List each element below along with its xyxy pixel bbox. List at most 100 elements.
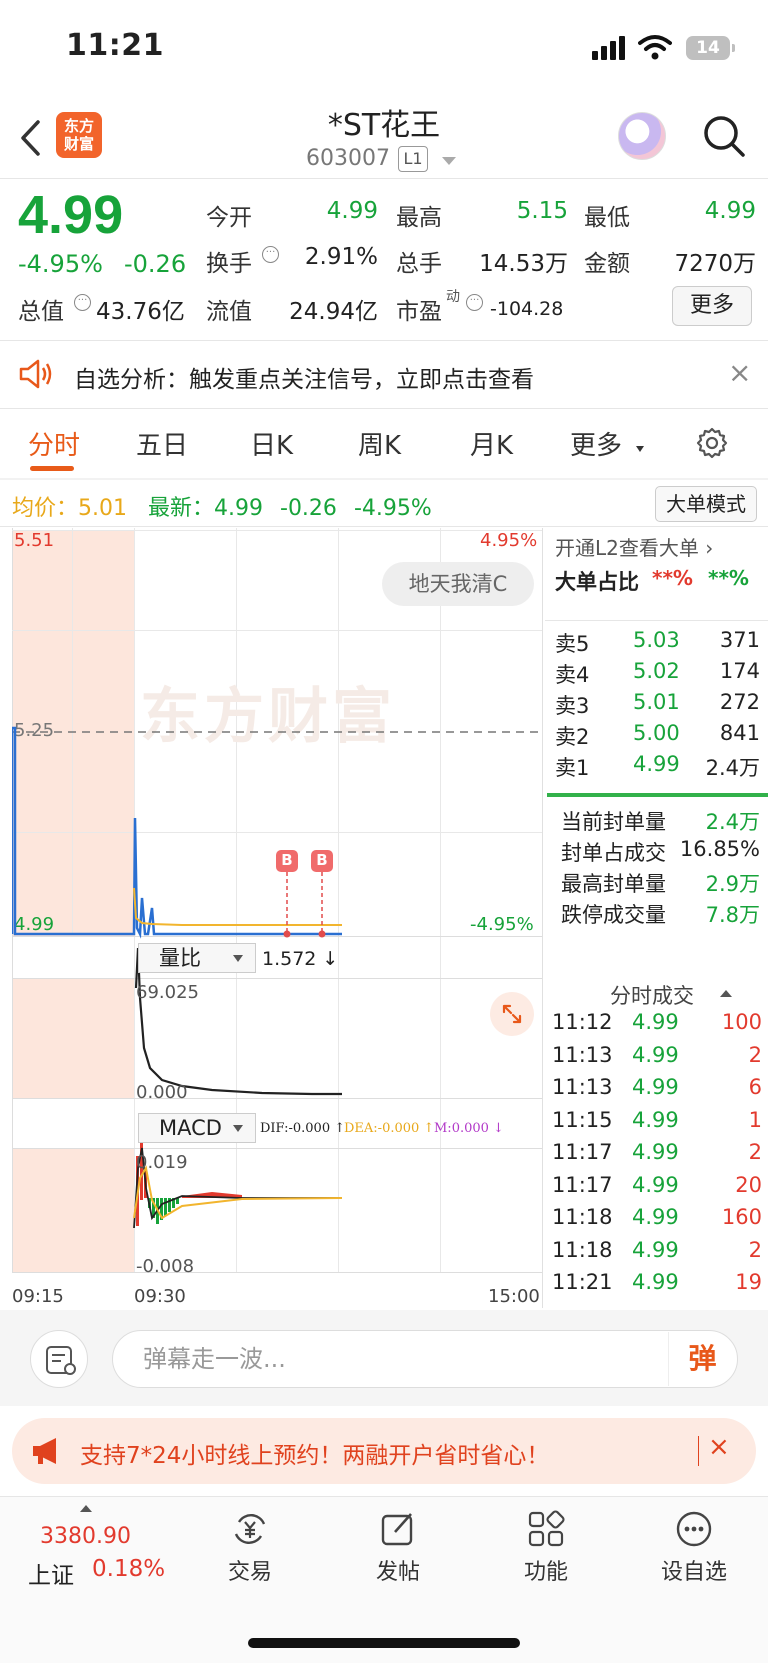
tab-more[interactable]: 更多 bbox=[570, 425, 622, 462]
stock-code: 603007 bbox=[306, 146, 390, 171]
tick-price: 4.99 bbox=[632, 1172, 679, 1197]
tick-price: 4.99 bbox=[632, 1205, 679, 1229]
tab-5day[interactable]: 五日 bbox=[136, 425, 188, 462]
notice-text[interactable]: 自选分析：触发重点关注信号，立即点击查看 bbox=[74, 360, 534, 394]
danmaku-toggle-icon[interactable] bbox=[30, 1330, 88, 1388]
expand-icon[interactable] bbox=[490, 992, 534, 1036]
tab-daily-k[interactable]: 日K bbox=[250, 425, 293, 462]
ask-volume: 841 bbox=[719, 721, 760, 745]
signal-icon bbox=[592, 36, 625, 60]
promo-text[interactable]: 支持7*24小时线上预约！两融开户省时省心！ bbox=[80, 1436, 549, 1470]
avg-value: 5.01 bbox=[78, 496, 127, 521]
big-ratio-b: **% bbox=[708, 566, 749, 590]
promo-close-icon[interactable]: × bbox=[708, 1432, 730, 1462]
home-indicator[interactable] bbox=[248, 1638, 520, 1648]
volume-label: 总手 bbox=[396, 251, 442, 277]
ask-label: 卖1 bbox=[555, 756, 590, 780]
vol-axis-bottom: 0.000 bbox=[136, 1082, 188, 1103]
volume-indicator-select[interactable]: 量比 bbox=[138, 943, 256, 973]
float-cap-value: 24.94亿 bbox=[289, 299, 378, 325]
l2-link[interactable]: 开通L2查看大单 › bbox=[555, 532, 713, 561]
nav-functions[interactable]: 功能 bbox=[486, 1510, 606, 1586]
nav-post[interactable]: 发帖 bbox=[338, 1510, 458, 1586]
info-dots-icon[interactable]: ··· bbox=[74, 294, 91, 311]
index-pct[interactable]: 0.18% bbox=[92, 1556, 165, 1582]
nav-post-label: 发帖 bbox=[375, 1560, 420, 1585]
macd-indicator-select[interactable]: MACD bbox=[138, 1113, 256, 1143]
tick-price: 4.99 bbox=[632, 1075, 679, 1099]
danmaku-send-button[interactable]: 弹 bbox=[668, 1332, 736, 1386]
seal-row: 当前封单量 2.4万 bbox=[555, 806, 760, 838]
battery-icon: 14 bbox=[686, 36, 735, 60]
big-order-mode-button[interactable]: 大单模式 bbox=[655, 486, 757, 522]
tick-volume: 6 bbox=[748, 1075, 762, 1099]
nav-trade[interactable]: 交易 bbox=[190, 1510, 310, 1586]
avg-line bbox=[133, 887, 342, 926]
ask-label: 卖5 bbox=[555, 632, 590, 656]
high-label: 最高 bbox=[396, 205, 442, 231]
assistant-robot-icon[interactable] bbox=[618, 112, 666, 160]
bid-ask-divider bbox=[547, 793, 768, 797]
amount-value: 7270万 bbox=[674, 251, 756, 277]
x-axis-end: 15:00 bbox=[488, 1286, 540, 1307]
nav-add-watchlist-label: 设自选 bbox=[660, 1560, 727, 1585]
gear-icon[interactable] bbox=[695, 426, 729, 460]
macd-axis-top: 0.019 bbox=[136, 1152, 188, 1173]
dropdown-caret-icon bbox=[233, 1125, 243, 1132]
tick-time: 11:18 bbox=[552, 1237, 613, 1262]
latest-value: 4.99 bbox=[214, 496, 263, 521]
seal-label: 封单占成交 bbox=[561, 841, 666, 865]
ask-price: 5.00 bbox=[633, 721, 680, 745]
volume-value: 14.53万 bbox=[479, 251, 568, 277]
grid-icon bbox=[528, 1510, 565, 1547]
nav-add-watchlist[interactable]: 设自选 bbox=[634, 1510, 754, 1586]
index-expand-icon[interactable] bbox=[80, 1505, 92, 1512]
tab-intraday[interactable]: 分时 bbox=[28, 425, 80, 462]
tick-volume: 2 bbox=[748, 1140, 762, 1164]
tick-volume: 19 bbox=[735, 1270, 762, 1294]
float-cap-label: 流值 bbox=[206, 299, 252, 325]
chevron-down-icon[interactable] bbox=[442, 157, 456, 165]
more-button[interactable]: 更多 bbox=[672, 286, 752, 326]
tick-price: 4.99 bbox=[632, 1140, 679, 1164]
seal-row: 封单占成交 16.85% bbox=[555, 837, 760, 869]
pe-sup: 动 bbox=[446, 289, 460, 305]
index-value[interactable]: 3380.90 bbox=[40, 1524, 131, 1549]
tab-monthly-k[interactable]: 月K bbox=[470, 425, 513, 462]
ask-row[interactable]: 卖3 5.01 272 bbox=[555, 690, 760, 722]
low-value: 4.99 bbox=[704, 198, 756, 224]
tab-weekly-k[interactable]: 周K bbox=[358, 425, 401, 462]
vol-axis-top: 69.025 bbox=[136, 982, 199, 1003]
tick-time: 11:13 bbox=[552, 1042, 613, 1067]
seal-value: 7.8万 bbox=[705, 903, 760, 927]
nav-functions-label: 功能 bbox=[523, 1560, 568, 1585]
seal-row: 最高封单量 2.9万 bbox=[555, 868, 760, 900]
latest-pct: -4.95% bbox=[353, 496, 432, 521]
latest-label: 最新： bbox=[148, 496, 215, 521]
more-caret-icon bbox=[636, 446, 644, 452]
sort-up-icon[interactable] bbox=[720, 990, 732, 997]
info-dots-icon[interactable]: ··· bbox=[262, 246, 279, 263]
ask-row[interactable]: 卖5 5.03 371 bbox=[555, 628, 760, 660]
search-icon[interactable] bbox=[702, 114, 746, 158]
turnover-label: 换手 bbox=[206, 251, 252, 277]
index-name[interactable]: 上证 bbox=[28, 1556, 74, 1590]
level-badge[interactable]: L1 bbox=[398, 146, 428, 172]
ask-price: 5.01 bbox=[633, 690, 680, 714]
danmaku-input[interactable]: 弹幕走一波... bbox=[112, 1330, 738, 1388]
tick-price: 4.99 bbox=[632, 1010, 679, 1034]
info-dots-icon[interactable]: ··· bbox=[466, 294, 483, 311]
seal-value: 2.9万 bbox=[705, 872, 760, 896]
seal-value: 2.4万 bbox=[705, 810, 760, 834]
seal-label: 跌停成交量 bbox=[561, 903, 666, 927]
x-axis-start: 09:15 bbox=[12, 1286, 64, 1307]
ask-row[interactable]: 卖2 5.00 841 bbox=[555, 721, 760, 753]
ask-row[interactable]: 卖1 4.99 2.4万 bbox=[555, 752, 760, 784]
ask-row[interactable]: 卖4 5.02 174 bbox=[555, 659, 760, 691]
ask-volume: 272 bbox=[719, 690, 760, 714]
speaker-icon bbox=[19, 359, 52, 389]
big-ratio-a: **% bbox=[652, 566, 693, 590]
change-amount: -0.26 bbox=[124, 250, 187, 278]
open-label: 今开 bbox=[206, 205, 252, 231]
notice-close-icon[interactable]: × bbox=[728, 356, 751, 389]
